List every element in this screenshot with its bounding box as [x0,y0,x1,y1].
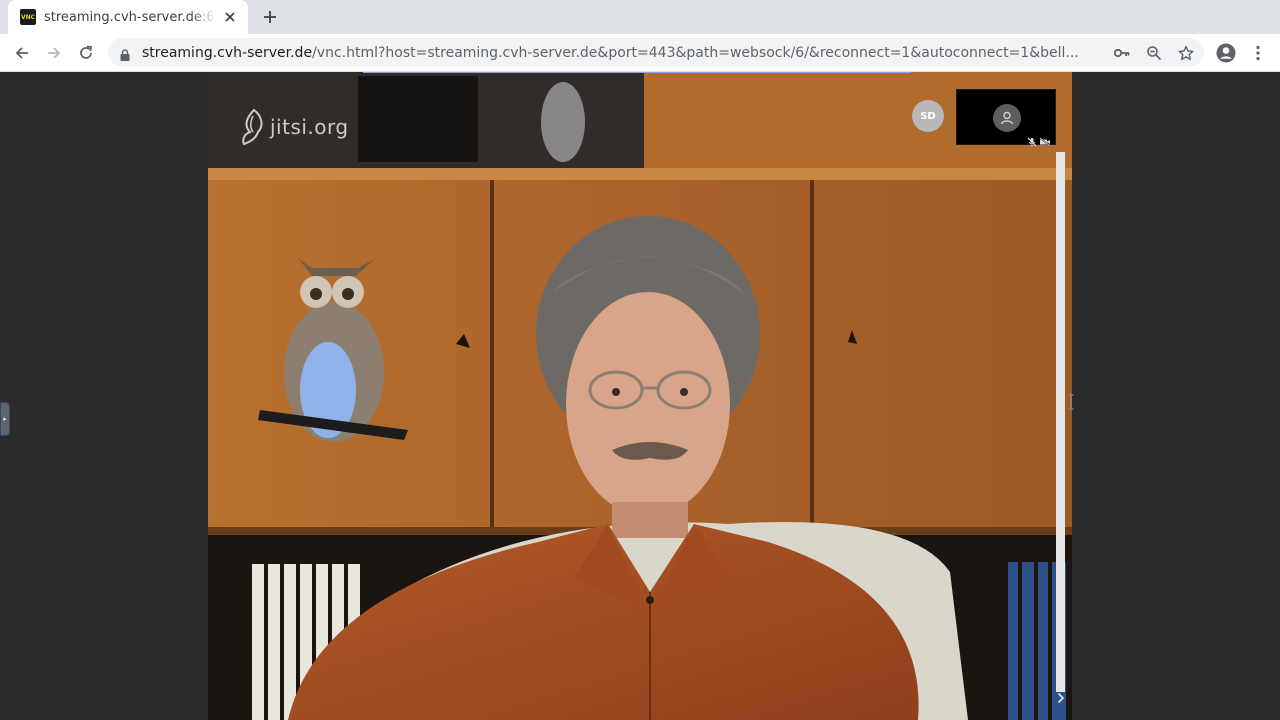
new-tab-icon[interactable] [258,5,282,29]
url-text: streaming.cvh-server.de/vnc.html?host=st… [142,44,1112,62]
expand-arrow-icon: ▸ [3,414,7,423]
close-tab-icon[interactable] [222,9,238,25]
profile-icon[interactable] [1212,39,1240,67]
browser-toolbar: streaming.cvh-server.de/vnc.html?host=st… [0,34,1280,72]
vnc-control-bar-handle[interactable]: ▸ [0,402,10,436]
url-path: /vnc.html?host=streaming.cvh-server.de&p… [312,45,1079,61]
tab-strip: VNC streaming.cvh-server.de:6 [0,0,1280,34]
watermark-text: jitsi.org [270,115,349,139]
vnc-favicon-icon: VNC [20,9,36,25]
mic-muted-icon [1027,132,1037,151]
filmstrip-scrollbar[interactable] [1056,152,1065,692]
participant-avatar[interactable]: SD [912,100,944,132]
url-host: streaming.cvh-server.de [142,45,313,61]
local-video-thumbnail[interactable] [956,89,1056,147]
bookmark-star-icon[interactable] [1177,44,1195,62]
key-icon[interactable] [1113,44,1131,62]
camera-off-icon [1039,132,1051,151]
tab-title: streaming.cvh-server.de:6 [44,9,215,25]
filmstrip-toggle-chevron-icon[interactable] [1054,688,1068,708]
forward-icon[interactable] [40,39,68,67]
remote-video[interactable]: jitsi.org SD [208,72,1072,720]
back-icon[interactable] [8,39,36,67]
lock-icon [120,46,130,65]
reload-icon[interactable] [72,39,100,67]
kebab-menu-icon[interactable] [1244,39,1272,67]
user-placeholder-icon [993,104,1021,132]
vnc-top-highlight-line [363,72,911,73]
jitsi-watermark: jitsi.org [240,108,349,146]
address-bar[interactable]: streaming.cvh-server.de/vnc.html?host=st… [108,38,1204,67]
zoom-icon[interactable] [1145,44,1163,62]
jitsi-logo-icon [242,108,263,146]
camera-scene-image [208,72,1072,720]
text-cursor-icon [1068,394,1074,414]
browser-tab[interactable]: VNC streaming.cvh-server.de:6 [8,0,248,34]
